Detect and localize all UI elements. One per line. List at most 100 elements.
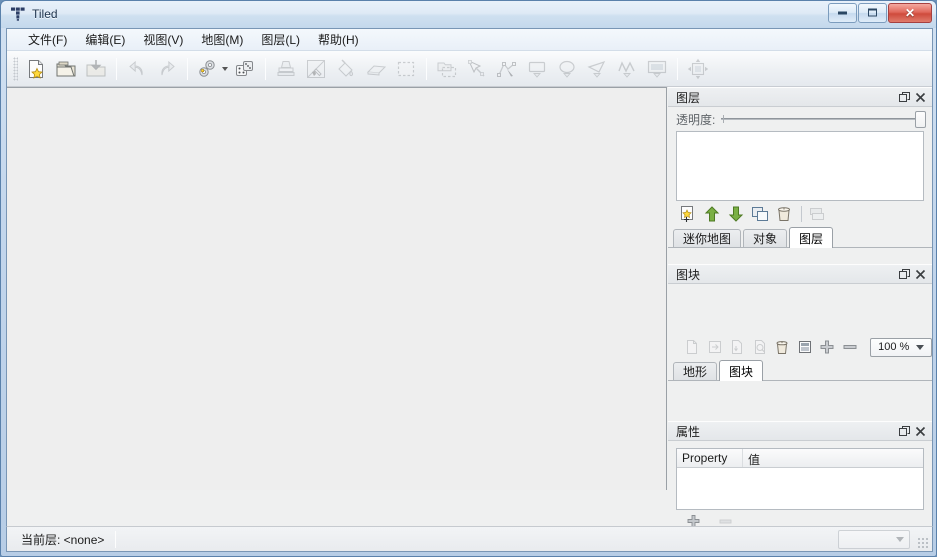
insert-rectangle-icon[interactable] <box>523 55 551 83</box>
insert-polygon-icon[interactable] <box>583 55 611 83</box>
layers-tabbar: 迷你地图 对象 图层 <box>668 227 932 248</box>
title-bar-left: Tiled <box>10 4 58 24</box>
duplicate-layer-icon[interactable] <box>749 203 771 225</box>
layer-opacity-slider[interactable] <box>721 110 926 128</box>
export-tileset-icon[interactable] <box>727 336 748 358</box>
right-dock: 图层 透明度: 迷你地图 对象 图层 图块 100 % 地形 图块 属性 Pro… <box>668 87 933 527</box>
layers-close-icon[interactable] <box>913 90 928 105</box>
properties-undock-icon[interactable] <box>897 424 912 439</box>
tab-layers[interactable]: 图层 <box>789 227 834 248</box>
tilesets-tabbar: 地形 图块 <box>668 360 932 381</box>
toolbar-grip[interactable] <box>13 56 18 81</box>
menu-layer[interactable]: 图层(L) <box>252 28 309 51</box>
menu-help[interactable]: 帮助(H) <box>309 28 368 51</box>
remove-tileset-icon[interactable] <box>772 336 793 358</box>
chevron-down-icon <box>916 344 925 350</box>
move-layer-down-icon[interactable] <box>725 203 747 225</box>
main-toolbar <box>7 51 932 87</box>
tileset-zoom-value: 100 % <box>878 341 910 353</box>
current-layer-status: 当前层: <none> <box>21 532 105 547</box>
chevron-down-icon <box>896 537 904 542</box>
tilesets-view[interactable] <box>668 284 932 334</box>
properties-column-value[interactable]: 值 <box>743 449 765 467</box>
minimize-button[interactable] <box>828 3 857 23</box>
status-zoom-combo[interactable] <box>838 530 910 549</box>
undo-arrow-icon[interactable] <box>123 55 151 83</box>
maximize-button[interactable] <box>858 3 887 23</box>
insert-polyline-icon[interactable] <box>613 55 641 83</box>
toolbar-separator <box>426 57 427 80</box>
properties-table-header: Property 值 <box>677 449 923 468</box>
properties-column-name[interactable]: Property <box>677 449 743 467</box>
tab-tilesets[interactable]: 图块 <box>719 360 764 381</box>
insert-tile-icon[interactable] <box>643 55 671 83</box>
zoom-in-icon[interactable] <box>817 336 838 358</box>
layers-panel: 图层 透明度: 迷你地图 对象 图层 <box>668 87 932 263</box>
merge-layer-down-icon[interactable] <box>806 203 828 225</box>
main-window: Tiled ✕ 文件(F) 编辑(E) 视图(V) 地图(M) 图层(L) 帮助… <box>0 0 937 557</box>
menu-view[interactable]: 视图(V) <box>134 28 192 51</box>
embed-tileset-icon[interactable] <box>705 336 726 358</box>
insert-ellipse-icon[interactable] <box>553 55 581 83</box>
tilesets-toolbar: 100 % <box>668 334 933 360</box>
new-map-icon[interactable] <box>22 55 50 83</box>
fill-bucket-icon[interactable] <box>332 55 360 83</box>
offset-layers-icon[interactable] <box>684 55 712 83</box>
delete-layer-icon[interactable] <box>773 203 795 225</box>
tileset-properties-icon[interactable] <box>750 336 771 358</box>
random-dice-icon[interactable] <box>231 55 259 83</box>
slider-handle[interactable] <box>915 111 926 128</box>
layers-undock-icon[interactable] <box>897 90 912 105</box>
menu-file[interactable]: 文件(F) <box>19 28 76 51</box>
rectangle-select-icon[interactable] <box>392 55 420 83</box>
close-icon: ✕ <box>904 6 916 20</box>
tilesets-panel-titlebar: 图块 <box>668 264 932 284</box>
resize-grip-icon[interactable] <box>917 537 929 549</box>
map-properties-dropdown-arrow-icon[interactable] <box>222 66 228 71</box>
menu-map[interactable]: 地图(M) <box>192 28 252 51</box>
redo-arrow-icon[interactable] <box>153 55 181 83</box>
tilesets-undock-icon[interactable] <box>897 267 912 282</box>
edit-polygons-icon[interactable] <box>493 55 521 83</box>
toolbar-separator <box>677 57 678 80</box>
layers-toolbar <box>668 201 932 227</box>
menu-edit[interactable]: 编辑(E) <box>76 28 134 51</box>
tab-objects[interactable]: 对象 <box>743 229 788 247</box>
tilesets-panel-title: 图块 <box>676 267 701 282</box>
magic-wand-select-icon[interactable] <box>433 55 461 83</box>
select-object-icon[interactable] <box>463 55 491 83</box>
save-icon[interactable] <box>82 55 110 83</box>
new-tileset-icon[interactable] <box>682 336 703 358</box>
map-canvas-area[interactable] <box>7 87 667 490</box>
eraser-icon[interactable] <box>362 55 390 83</box>
layers-list[interactable] <box>676 131 924 201</box>
stamp-brush-icon[interactable] <box>272 55 300 83</box>
close-button[interactable]: ✕ <box>888 3 932 23</box>
move-layer-up-icon[interactable] <box>701 203 723 225</box>
window-title: Tiled <box>32 7 58 21</box>
toolbar-separator <box>187 57 188 80</box>
open-folder-icon[interactable] <box>52 55 80 83</box>
layers-toolbar-separator <box>801 206 802 222</box>
tab-minimap[interactable]: 迷你地图 <box>673 229 742 247</box>
tiled-logo-icon <box>10 6 26 22</box>
toolbar-separator <box>116 57 117 80</box>
tab-terrains[interactable]: 地形 <box>673 362 718 380</box>
status-bar: 当前层: <none> <box>6 526 933 552</box>
properties-table[interactable]: Property 值 <box>676 448 924 510</box>
properties-panel-titlebar: 属性 <box>668 421 932 441</box>
slider-tick <box>723 115 725 123</box>
terrain-brush-icon[interactable] <box>302 55 330 83</box>
map-properties-gears-icon[interactable] <box>194 55 222 83</box>
minimize-icon <box>829 8 856 19</box>
edit-terrain-icon[interactable] <box>795 336 816 358</box>
properties-panel: 属性 Property 值 <box>668 421 932 527</box>
layers-panel-titlebar: 图层 <box>668 87 932 107</box>
tilesets-close-icon[interactable] <box>913 267 928 282</box>
window-controls: ✕ <box>827 3 932 23</box>
zoom-out-icon[interactable] <box>840 336 861 358</box>
tileset-zoom-combo[interactable]: 100 % <box>870 337 933 357</box>
new-layer-icon[interactable] <box>677 203 699 225</box>
properties-close-icon[interactable] <box>913 424 928 439</box>
properties-panel-title: 属性 <box>676 424 701 439</box>
